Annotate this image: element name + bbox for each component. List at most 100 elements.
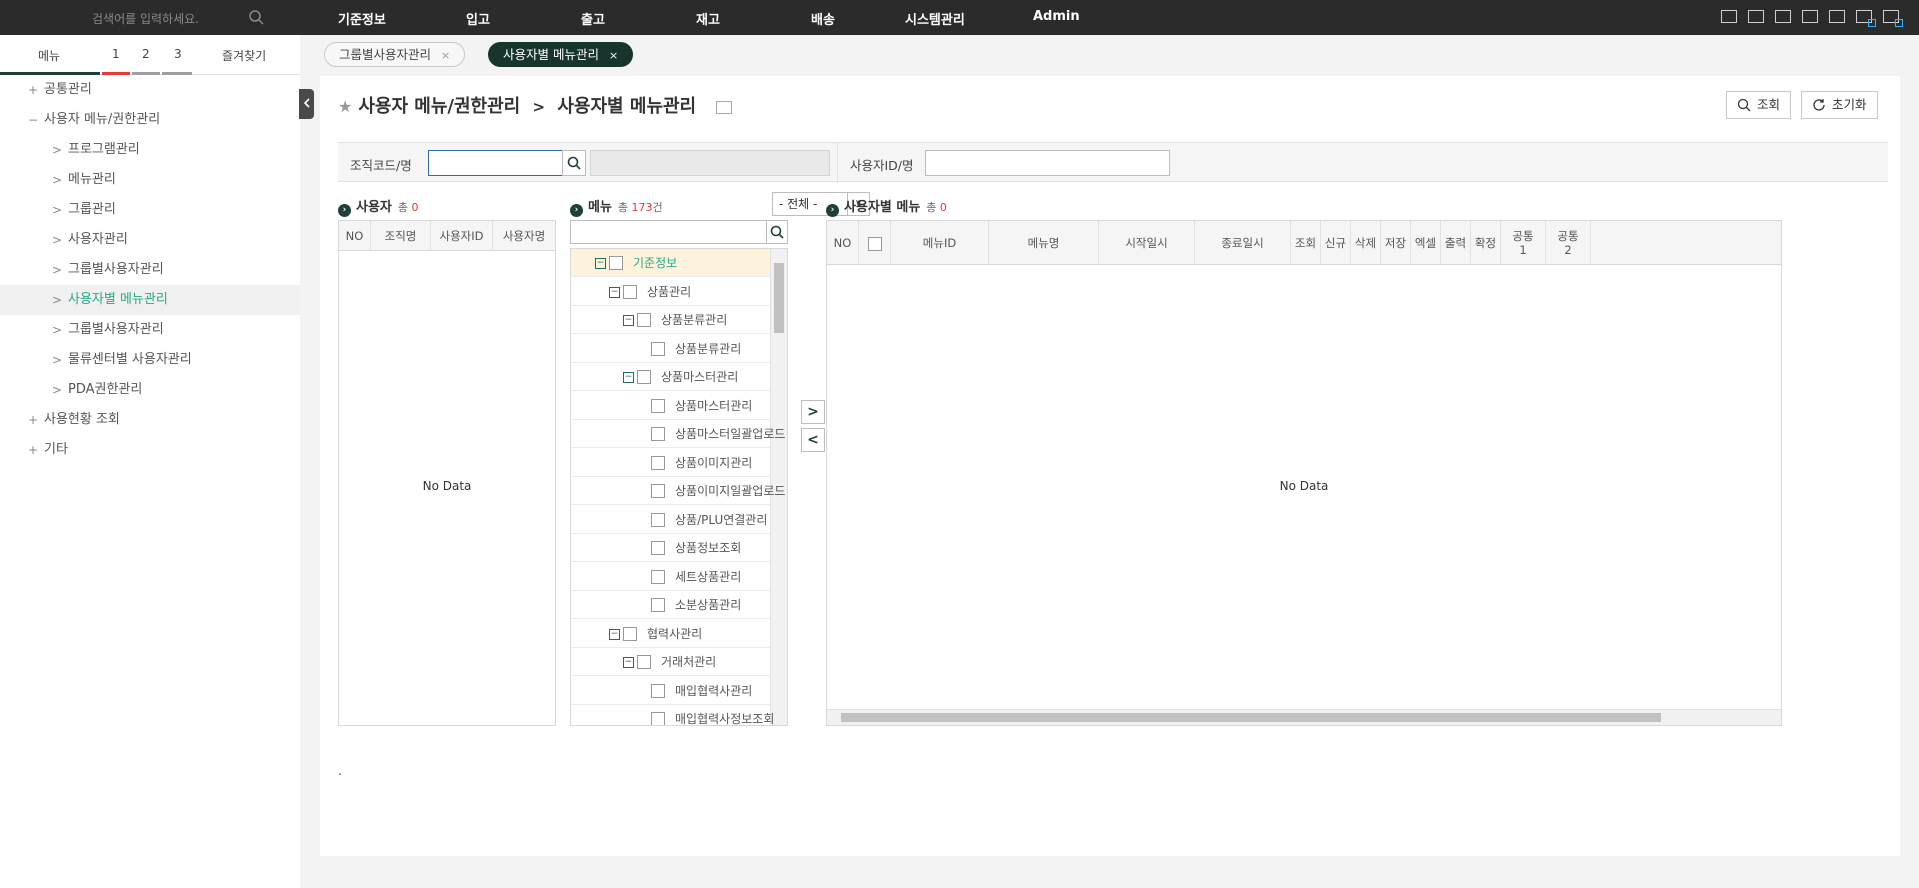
col-menu-id[interactable]: 메뉴ID — [891, 221, 989, 265]
tree-collapse-icon[interactable]: − — [595, 258, 606, 269]
reset-button[interactable]: 초기화 — [1801, 91, 1878, 119]
remove-menu-button[interactable]: < — [801, 428, 825, 452]
menu-checkbox[interactable] — [651, 569, 665, 584]
nav-outbound[interactable]: 출고 — [581, 9, 605, 28]
menu-checkbox[interactable] — [651, 598, 665, 612]
col-user-id[interactable]: 사용자ID — [431, 221, 493, 251]
col-user-name[interactable]: 사용자명 — [493, 221, 555, 251]
menu-checkbox[interactable] — [651, 512, 665, 527]
menu-tree-row[interactable]: 상품/PLU연결관리 — [571, 506, 770, 534]
grid4-icon[interactable] — [1721, 10, 1737, 23]
menu-checkbox[interactable] — [609, 256, 623, 270]
sidebar-item[interactable]: > 사용자별 메뉴관리 — [0, 285, 300, 315]
close-icon[interactable]: × — [609, 49, 618, 62]
menu-checkbox[interactable] — [651, 341, 665, 356]
add-menu-button[interactable]: > — [801, 400, 825, 424]
col-check[interactable] — [859, 221, 891, 265]
user-menu-grid-hscroll[interactable] — [827, 709, 1781, 725]
nav-delivery[interactable]: 배송 — [811, 9, 835, 28]
sidebar-item[interactable]: > 그룹별사용자관리 — [0, 255, 300, 285]
col-excel[interactable]: 엑셀 — [1411, 221, 1441, 265]
menu-checkbox[interactable] — [651, 484, 665, 498]
sidebar-item[interactable]: + 사용현황 조회 — [0, 405, 300, 435]
menu-checkbox[interactable] — [651, 712, 665, 725]
menu-checkbox[interactable] — [637, 655, 651, 669]
nav-admin[interactable]: Admin — [1033, 9, 1080, 24]
menu-tree-row[interactable]: 상품마스터관리 — [571, 392, 770, 420]
col-end[interactable]: 종료일시 — [1195, 221, 1291, 265]
sidebar-item[interactable]: > 프로그램관리 — [0, 135, 300, 165]
menu-tree-row[interactable]: − 기준정보 — [571, 249, 770, 277]
tree-collapse-icon[interactable]: − — [609, 286, 620, 298]
menu-tree-row[interactable]: − 상품마스터관리 — [571, 363, 770, 391]
col-no[interactable]: NO — [339, 221, 371, 251]
menu-checkbox[interactable] — [651, 427, 665, 441]
nav-system[interactable]: 시스템관리 — [905, 9, 965, 28]
col-view[interactable]: 조회 — [1291, 221, 1321, 265]
tree-collapse-icon[interactable]: − — [623, 657, 634, 668]
menu-tree-row[interactable]: 상품분류관리 — [571, 335, 770, 363]
menu-tree-row[interactable]: − 협력사관리 — [571, 620, 770, 648]
col-start[interactable]: 시작일시 — [1099, 221, 1195, 265]
menu-tree-row[interactable]: 상품이미지일괄업로드 — [571, 477, 785, 505]
menu-tree-row[interactable]: − 상품분류관리 — [571, 306, 770, 334]
sidebar-item[interactable]: > 물류센터별 사용자관리 — [0, 345, 300, 375]
menu-tree-row[interactable]: 상품이미지관리 — [571, 449, 770, 477]
tab-favorites[interactable]: 즐겨찾기 — [222, 47, 266, 64]
col-common2[interactable]: 공통 2 — [1546, 221, 1591, 265]
menu-checkbox[interactable] — [651, 455, 665, 470]
nav-inventory[interactable]: 재고 — [696, 9, 720, 28]
menu-checkbox[interactable] — [651, 398, 665, 413]
cascade-icon[interactable] — [1802, 10, 1818, 23]
menu-tree-row[interactable]: 세트상품관리 — [571, 563, 770, 591]
col-no[interactable]: NO — [827, 221, 859, 265]
col-delete[interactable]: 삭제 — [1351, 221, 1381, 265]
nav-inbound[interactable]: 입고 — [466, 9, 490, 28]
org-code-input[interactable] — [428, 150, 563, 176]
col-common1[interactable]: 공통 1 — [1501, 221, 1546, 265]
page-tab-user-menu[interactable]: 사용자별 메뉴관리 × — [488, 42, 634, 67]
sidebar-item[interactable]: > 메뉴관리 — [0, 165, 300, 195]
sidebar-item[interactable]: > 그룹관리 — [0, 195, 300, 225]
rows-icon[interactable] — [1775, 10, 1791, 23]
tab-1[interactable]: 1 — [112, 47, 120, 61]
menu-search-button[interactable] — [766, 220, 788, 244]
window-icon[interactable] — [1829, 10, 1845, 23]
menu-tree-row[interactable]: 매입협력사관리 — [571, 677, 770, 705]
sidebar-item[interactable]: − 사용자 메뉴/권한관리 — [0, 105, 300, 135]
columns-icon[interactable] — [1748, 10, 1764, 23]
menu-search-input[interactable] — [570, 220, 788, 244]
col-print[interactable]: 출력 — [1441, 221, 1471, 265]
sidebar-item[interactable]: + 공통관리 — [0, 75, 300, 105]
search-icon[interactable] — [248, 9, 264, 25]
global-search[interactable]: 검색어를 입력하세요. — [60, 7, 275, 29]
menu-tree-row[interactable]: 상품마스터일괄업로드 — [571, 420, 785, 448]
sidebar-item[interactable]: > 사용자관리 — [0, 225, 300, 255]
tab-3[interactable]: 3 — [174, 47, 182, 61]
tree-collapse-icon[interactable]: − — [623, 372, 634, 383]
col-org-name[interactable]: 조직명 — [371, 221, 431, 251]
tree-collapse-icon[interactable]: − — [609, 628, 620, 640]
org-search-button[interactable] — [562, 150, 586, 176]
user-id-input[interactable] — [925, 150, 1170, 176]
col-menu-name[interactable]: 메뉴명 — [989, 221, 1099, 265]
scroll-thumb[interactable] — [841, 713, 1661, 722]
menu-tree-row[interactable]: − 상품관리 — [571, 278, 770, 306]
search-button[interactable]: 조회 — [1726, 91, 1792, 119]
col-new[interactable]: 신규 — [1321, 221, 1351, 265]
scroll-thumb[interactable] — [774, 263, 784, 333]
menu-checkbox[interactable] — [637, 370, 651, 384]
select-all-checkbox[interactable] — [867, 236, 882, 251]
sidebar-item[interactable]: > 그룹별사용자관리 — [0, 315, 300, 345]
sidebar-collapse-button[interactable] — [299, 89, 314, 119]
sidebar-item[interactable]: + 기타 — [0, 435, 300, 465]
nav-basic-info[interactable]: 기준정보 — [338, 9, 386, 28]
tab-menu[interactable]: 메뉴 — [38, 47, 60, 64]
close-icon[interactable]: × — [441, 49, 450, 62]
menu-checkbox[interactable] — [623, 626, 637, 641]
menu-tree-row[interactable]: 소분상품관리 — [571, 591, 770, 619]
menu-checkbox[interactable] — [637, 313, 651, 327]
col-save[interactable]: 저장 — [1381, 221, 1411, 265]
menu-checkbox[interactable] — [623, 284, 637, 299]
sidebar-item[interactable]: > PDA권한관리 — [0, 375, 300, 405]
